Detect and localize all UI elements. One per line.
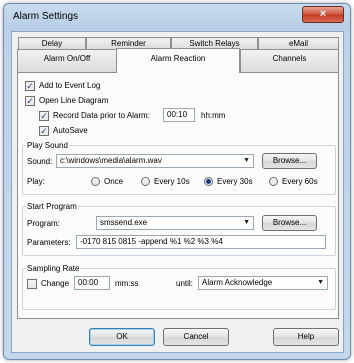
play-once-label: Once [104,177,124,186]
record-data-unit-label: hh:mm [201,111,226,120]
play-every-30s-label: Every 30s [217,177,253,186]
sound-label: Sound: [27,157,53,166]
dialog-client-area: Delay Reminder Switch Relays eMail Alarm… [11,31,344,353]
open-line-diagram-label: Open Line Diagram [39,96,109,105]
dropdown-arrow-icon: ▼ [243,219,250,226]
close-button[interactable]: × [302,6,344,23]
program-browse-button[interactable]: Browse... [262,215,317,231]
autosave-checkbox[interactable]: ✓ [39,126,49,136]
sampling-rate-group-title: Sampling Rate [26,264,81,273]
ok-button[interactable]: OK [89,328,155,346]
tab-alarm-reaction-label: Alarm Reaction [150,54,206,63]
play-every-10s-label: Every 10s [154,177,190,186]
check-icon: ✓ [26,96,34,106]
sound-file-value: c:\windows\media\alarm.wav [60,156,162,165]
add-to-event-log-label: Add to Event Log [39,81,101,90]
tab-email[interactable]: eMail [258,37,339,49]
open-line-diagram-checkbox[interactable]: ✓ [25,96,35,106]
dropdown-arrow-icon: ▼ [243,157,250,164]
autosave-label: AutoSave [53,126,88,135]
start-program-group-title: Start Program [26,202,78,211]
check-icon: ✓ [26,81,34,91]
window-title: Alarm Settings [13,11,79,22]
tab-email-label: eMail [288,39,309,48]
tab-delay[interactable]: Delay [18,37,86,49]
sampling-unit-label: mm:ss [115,279,139,288]
add-to-event-log-checkbox[interactable]: ✓ [25,81,35,91]
sampling-time-input[interactable]: 00:00 [74,276,110,290]
program-label: Program: [27,219,60,228]
record-data-checkbox[interactable]: ✓ [39,111,49,121]
check-icon: ✓ [40,126,48,136]
parameters-label: Parameters: [27,238,71,247]
alarm-reaction-panel: ✓ Add to Event Log ✓ Open Line Diagram ✓… [17,72,339,319]
change-sampling-label: Change [41,279,70,288]
play-once-radio[interactable] [91,177,100,186]
play-every-60s-label: Every 60s [282,177,318,186]
tab-delay-label: Delay [41,39,63,48]
play-every-10s-radio[interactable] [141,177,150,186]
tab-switch-relays-label: Switch Relays [189,39,240,48]
until-value: Alarm Acknowledge [202,278,273,287]
tab-alarm-on-off[interactable]: Alarm On/Off [17,49,117,72]
sound-file-combo[interactable]: c:\windows\media\alarm.wav ▼ [56,154,254,168]
change-sampling-checkbox[interactable] [27,279,37,289]
until-combo[interactable]: Alarm Acknowledge ▼ [198,276,328,290]
help-button[interactable]: Help [273,328,339,346]
check-icon: ✓ [40,111,48,121]
tab-alarm-reaction[interactable]: Alarm Reaction [116,48,240,73]
program-combo[interactable]: smssend.exe ▼ [96,216,254,230]
alarm-settings-window: Alarm Settings × Delay Reminder Switch R… [3,3,351,360]
tab-reminder-label: Reminder [111,39,146,48]
play-sound-group-title: Play Sound [26,141,69,150]
sound-browse-button[interactable]: Browse... [262,153,317,169]
record-data-time-input[interactable]: 00:10 [163,108,195,122]
play-every-60s-radio[interactable] [269,177,278,186]
program-value: smssend.exe [100,218,148,227]
parameters-input[interactable]: -0170 815 0815 -append %1 %2 %3 %4 [76,235,326,249]
tab-channels[interactable]: Channels [240,49,339,72]
dropdown-arrow-icon: ▼ [317,279,324,286]
close-icon: × [319,8,327,20]
tab-alarm-on-off-label: Alarm On/Off [43,54,91,63]
title-bar: Alarm Settings × [4,4,350,30]
play-label: Play: [27,177,45,186]
cancel-button[interactable]: Cancel [163,328,229,346]
record-data-label: Record Data prior to Alarm: [53,111,150,120]
play-every-30s-radio[interactable] [204,177,213,186]
tab-channels-label: Channels [272,54,307,63]
until-label: until: [176,279,193,288]
